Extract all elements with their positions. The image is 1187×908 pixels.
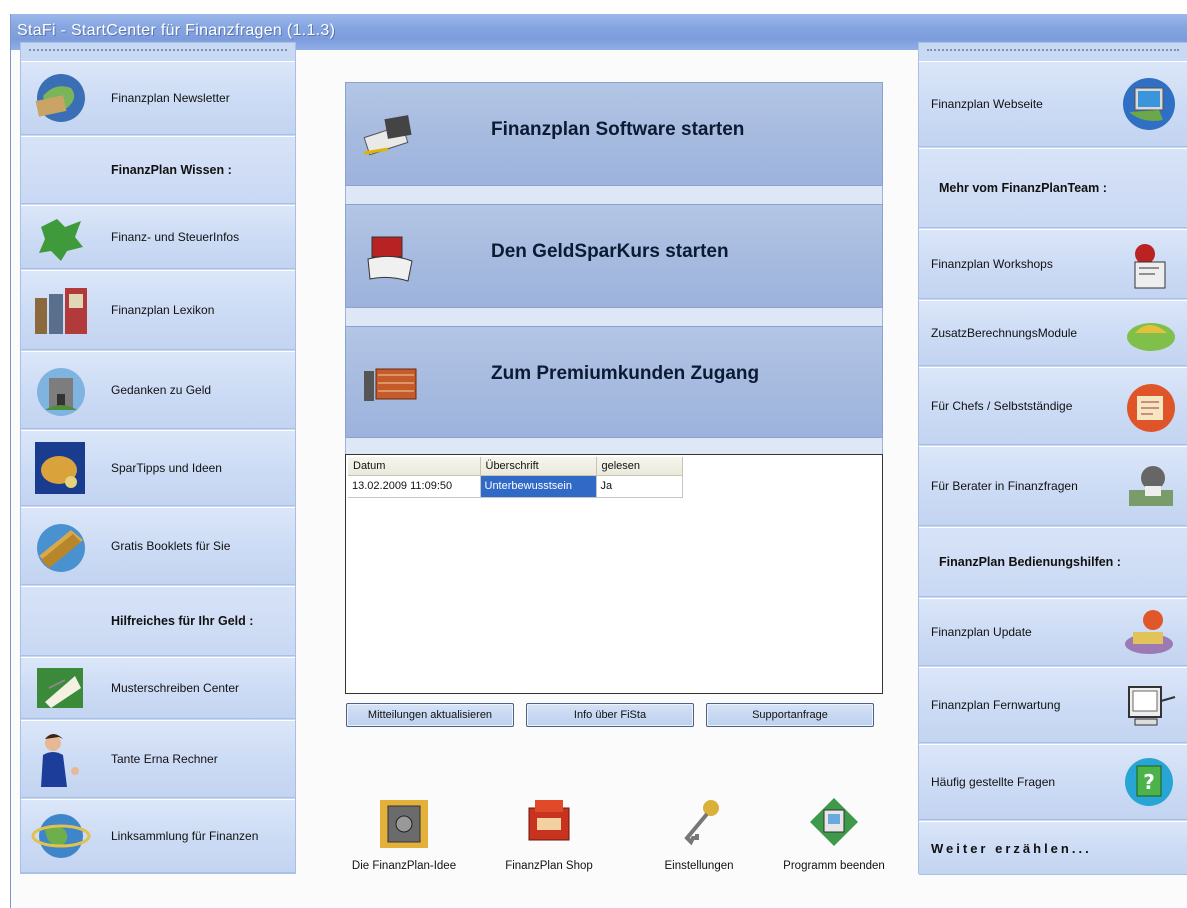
keys-icon bbox=[684, 800, 719, 846]
header-mehr: Mehr vom FinanzPlanTeam : bbox=[919, 148, 1187, 228]
zusatz-item[interactable]: ZusatzBerechnungsModule bbox=[919, 300, 1187, 366]
letter-icon bbox=[37, 668, 83, 708]
globe-link-icon bbox=[31, 814, 91, 858]
linksammlung-item[interactable]: Linksammlung für Finanzen bbox=[21, 799, 295, 873]
separator bbox=[345, 308, 883, 326]
shop-button[interactable]: FinanzPlan Shop bbox=[485, 792, 613, 882]
update-item[interactable]: Finanzplan Update bbox=[919, 598, 1187, 666]
spartipps-item[interactable]: SparTipps und Ideen bbox=[21, 430, 295, 506]
geldsparkurs-start-button[interactable]: Den GeldSparKurs starten bbox=[345, 204, 883, 308]
booklets-icon bbox=[37, 524, 85, 572]
einstellungen-button[interactable]: Einstellungen bbox=[635, 792, 763, 882]
table-header-row: Datum Überschrift gelesen bbox=[348, 457, 683, 476]
update-icon bbox=[1125, 610, 1173, 654]
separator bbox=[345, 186, 883, 204]
messages-grid[interactable]: Datum Überschrift gelesen 13.02.2009 11:… bbox=[345, 454, 883, 694]
exit-icon bbox=[810, 798, 858, 846]
musterschreiben-label: Musterschreiben Center bbox=[111, 681, 240, 695]
berater-item[interactable]: Für Berater in Finanzfragen bbox=[919, 446, 1187, 526]
programm-beenden-button[interactable]: Programm beenden bbox=[770, 792, 898, 882]
computer-icon bbox=[1128, 686, 1176, 726]
modules-icon bbox=[1127, 323, 1175, 351]
support-button[interactable]: Supportanfrage bbox=[706, 703, 874, 727]
zusatz-label: ZusatzBerechnungsModule bbox=[931, 326, 1078, 340]
workshops-label: Finanzplan Workshops bbox=[931, 257, 1053, 271]
panel-divider bbox=[29, 49, 287, 51]
cell-datum[interactable]: 13.02.2009 11:09:50 bbox=[348, 475, 481, 498]
booklets-label: Gratis Booklets für Sie bbox=[111, 539, 231, 553]
faq-label: Häufig gestellte Fragen bbox=[931, 775, 1056, 789]
column-header-datum[interactable]: Datum bbox=[348, 457, 481, 476]
tante-erna-item[interactable]: Tante Erna Rechner bbox=[21, 720, 295, 798]
castle-icon bbox=[37, 368, 85, 416]
premium-icon bbox=[364, 368, 417, 401]
refresh-messages-button[interactable]: Mitteilungen aktualisieren bbox=[346, 703, 514, 727]
course-icon bbox=[367, 236, 413, 282]
panel-divider bbox=[927, 49, 1179, 51]
advisor-icon bbox=[1129, 466, 1173, 506]
newsletter-item[interactable]: Finanzplan Newsletter bbox=[21, 61, 295, 135]
software-start-button[interactable]: Finanzplan Software starten bbox=[345, 82, 883, 186]
person-icon bbox=[41, 734, 79, 787]
berater-label: Für Berater in Finanzfragen bbox=[931, 479, 1078, 493]
window-title: StaFi - StartCenter für Finanzfragen (1.… bbox=[17, 22, 336, 39]
chefs-item[interactable]: Für Chefs / Selbstständige bbox=[919, 367, 1187, 445]
newsletter-label: Finanzplan Newsletter bbox=[111, 91, 230, 105]
svg-text:?: ? bbox=[1143, 770, 1155, 794]
tante-erna-label: Tante Erna Rechner bbox=[111, 752, 218, 766]
workshops-item[interactable]: Finanzplan Workshops bbox=[919, 229, 1187, 299]
finanzplan-idee-button[interactable]: Die FinanzPlan-Idee bbox=[340, 792, 468, 882]
premium-zugang-button[interactable]: Zum Premiumkunden Zugang bbox=[345, 326, 883, 438]
gedanken-label: Gedanken zu Geld bbox=[111, 383, 212, 397]
left-panel: Finanzplan Newsletter FinanzPlan Wissen … bbox=[20, 42, 296, 874]
fernwartung-item[interactable]: Finanzplan Fernwartung bbox=[919, 667, 1187, 743]
globe-monitor-icon bbox=[1123, 78, 1175, 130]
workshop-icon bbox=[1134, 244, 1166, 289]
info-button[interactable]: Info über FiSta bbox=[526, 703, 694, 727]
spartipps-label: SparTipps und Ideen bbox=[111, 461, 222, 475]
header-hilfreiches: Hilfreiches für Ihr Geld : bbox=[21, 586, 295, 656]
steuerinfos-item[interactable]: Finanz- und SteuerInfos bbox=[21, 205, 295, 269]
help-icon: ? bbox=[1125, 758, 1173, 806]
faq-item[interactable]: Häufig gestellte Fragen ? bbox=[919, 744, 1187, 820]
linksammlung-label: Linksammlung für Finanzen bbox=[111, 829, 259, 843]
column-header-ueberschrift[interactable]: Überschrift bbox=[480, 457, 597, 476]
newsletter-icon bbox=[35, 74, 85, 122]
booklets-item[interactable]: Gratis Booklets für Sie bbox=[21, 507, 295, 585]
books-icon bbox=[35, 288, 87, 334]
musterschreiben-item[interactable]: Musterschreiben Center bbox=[21, 657, 295, 719]
weiter-label: Weiter erzählen... bbox=[931, 840, 1092, 856]
cash-register-icon bbox=[528, 800, 570, 841]
lexikon-item[interactable]: Finanzplan Lexikon bbox=[21, 270, 295, 350]
table-row[interactable]: 13.02.2009 11:09:50 Unterbewusstsein Ja bbox=[348, 475, 683, 498]
webseite-item[interactable]: Finanzplan Webseite bbox=[919, 61, 1187, 147]
cell-gelesen[interactable]: Ja bbox=[596, 475, 683, 498]
fernwartung-label: Finanzplan Fernwartung bbox=[931, 698, 1061, 712]
update-label: Finanzplan Update bbox=[931, 625, 1032, 639]
gedanken-item[interactable]: Gedanken zu Geld bbox=[21, 351, 295, 429]
weiter-item[interactable]: Weiter erzählen... bbox=[919, 821, 1187, 875]
separator bbox=[345, 438, 883, 454]
piggybank-icon bbox=[35, 442, 85, 494]
chefs-label: Für Chefs / Selbstständige bbox=[931, 399, 1073, 413]
puzzle-icon bbox=[39, 219, 83, 261]
header-hilfen: FinanzPlan Bedienungshilfen : bbox=[919, 527, 1187, 597]
right-panel: Finanzplan Webseite Mehr vom FinanzPlanT… bbox=[918, 42, 1187, 875]
software-icon bbox=[363, 115, 412, 156]
business-icon bbox=[1127, 384, 1175, 432]
messages-table: Datum Überschrift gelesen 13.02.2009 11:… bbox=[348, 457, 683, 498]
safe-icon bbox=[380, 800, 428, 848]
cell-ueberschrift[interactable]: Unterbewusstsein bbox=[480, 475, 597, 498]
column-header-gelesen[interactable]: gelesen bbox=[596, 457, 683, 476]
steuerinfos-label: Finanz- und SteuerInfos bbox=[111, 230, 240, 244]
webseite-label: Finanzplan Webseite bbox=[931, 97, 1043, 111]
header-wissen: FinanzPlan Wissen : bbox=[21, 136, 295, 204]
lexikon-label: Finanzplan Lexikon bbox=[111, 303, 215, 317]
